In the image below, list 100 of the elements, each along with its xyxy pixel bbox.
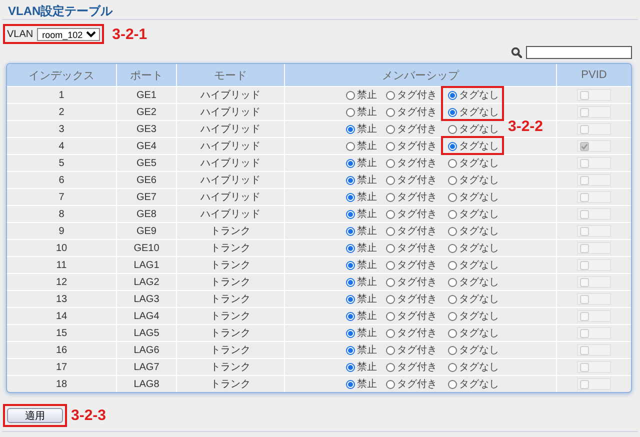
table-cell: GE2	[116, 104, 176, 120]
membership-radio[interactable]: タグなし	[448, 241, 499, 255]
table-cell: GE6	[116, 172, 176, 188]
membership-radio[interactable]: 禁止	[346, 343, 386, 357]
apply-button[interactable]: 適用	[7, 408, 63, 423]
membership-radio[interactable]: タグ付き	[386, 88, 448, 102]
membership-radio[interactable]: タグなし	[448, 156, 499, 170]
membership-radio[interactable]: タグ付き	[386, 326, 448, 340]
membership-radio[interactable]: 禁止	[346, 241, 386, 255]
membership-radio[interactable]: タグ付き	[386, 139, 448, 153]
membership-radio[interactable]: 禁止	[346, 139, 386, 153]
membership-radio[interactable]: 禁止	[346, 258, 386, 272]
membership-radio[interactable]: タグなし	[448, 190, 499, 204]
table-cell: LAG4	[116, 308, 176, 324]
table-cell: トランク	[176, 274, 284, 290]
table-cell: ハイブリッド	[176, 155, 284, 171]
table-cell-text: 15	[54, 326, 68, 340]
membership-radio[interactable]: タグなし	[448, 360, 499, 374]
table-cell-text: 18	[54, 378, 68, 392]
table-cell-text: 11	[55, 258, 68, 272]
page-title: VLAN設定テーブル	[2, 0, 638, 20]
membership-radio[interactable]: タグ付き	[386, 258, 448, 272]
membership-radio[interactable]: タグなし	[448, 292, 499, 306]
table-cell-text: 16	[54, 344, 68, 358]
table-cell-text: 12	[54, 276, 68, 290]
table-cell: トランク	[176, 223, 284, 239]
membership-radio[interactable]: タグ付き	[386, 190, 448, 204]
table-cell: LAG6	[116, 342, 176, 358]
table-cell-text: 5	[58, 156, 66, 170]
table-cell-text: 6	[58, 174, 66, 188]
table-cell: LAG7	[116, 359, 176, 375]
membership-radio[interactable]: タグ付き	[386, 173, 448, 187]
membership-radio[interactable]: タグなし	[448, 105, 499, 119]
membership-radio[interactable]: 禁止	[346, 292, 386, 306]
table-cell: GE10	[116, 240, 176, 256]
membership-radio[interactable]: 禁止	[346, 122, 386, 136]
table-cell: トランク	[176, 325, 284, 341]
membership-radio[interactable]: タグなし	[448, 88, 499, 102]
membership-radio[interactable]: タグなし	[448, 207, 499, 221]
membership-radio[interactable]: タグなし	[448, 139, 499, 153]
membership-radio[interactable]: タグ付き	[386, 156, 448, 170]
column-header: インデックス	[28, 68, 96, 84]
table-cell-text: 17	[54, 360, 68, 374]
membership-radio[interactable]: タグ付き	[386, 105, 448, 119]
table-cell: LAG1	[116, 257, 176, 273]
table-cell: トランク	[176, 240, 284, 256]
membership-radio[interactable]: 禁止	[346, 360, 386, 374]
membership-radio[interactable]: 禁止	[346, 326, 386, 340]
table-cell: ハイブリッド	[176, 172, 284, 188]
table-cell-text: 7	[58, 190, 66, 204]
membership-radio[interactable]: 禁止	[346, 190, 386, 204]
membership-radio[interactable]: 禁止	[346, 173, 386, 187]
table-cell-text: 13	[54, 292, 68, 306]
membership-radio[interactable]: タグなし	[448, 275, 499, 289]
membership-radio[interactable]: タグ付き	[386, 224, 448, 238]
table-cell: ハイブリッド	[176, 104, 284, 120]
membership-radio[interactable]: 禁止	[346, 207, 386, 221]
membership-radio[interactable]: タグなし	[448, 122, 499, 136]
membership-radio[interactable]: タグなし	[448, 343, 499, 357]
membership-radio[interactable]: 禁止	[346, 105, 386, 119]
table-cell-text: 9	[58, 224, 66, 238]
membership-radio[interactable]: タグなし	[448, 309, 499, 323]
table-cell-text: 1	[58, 88, 66, 102]
table-cell: ハイブリッド	[176, 87, 284, 103]
annotation-label: 3-2-1	[112, 26, 148, 42]
table-cell: GE1	[116, 87, 176, 103]
membership-radio[interactable]: タグ付き	[386, 241, 448, 255]
membership-radio[interactable]: タグなし	[448, 173, 499, 187]
membership-radio[interactable]: タグ付き	[386, 275, 448, 289]
membership-radio[interactable]: 禁止	[346, 309, 386, 323]
table-cell-text: 4	[58, 140, 66, 154]
membership-radio[interactable]: 禁止	[346, 275, 386, 289]
membership-radio[interactable]: タグなし	[448, 224, 499, 238]
table-cell: ハイブリッド	[176, 138, 284, 154]
membership-radio[interactable]: タグ付き	[386, 292, 448, 306]
membership-radio[interactable]: 禁止	[346, 224, 386, 238]
membership-radio[interactable]: 禁止	[346, 377, 386, 391]
table-cell: トランク	[176, 376, 284, 392]
membership-radio[interactable]: タグなし	[448, 258, 499, 272]
table-cell: GE9	[116, 223, 176, 239]
table-cell: トランク	[176, 291, 284, 307]
column-header: ポート	[116, 64, 176, 86]
table-cell: GE4	[116, 138, 176, 154]
table-cell-text: 2	[58, 106, 66, 120]
vlan-dropdown[interactable]: room_102	[37, 28, 100, 40]
table-cell: ハイブリッド	[176, 121, 284, 137]
table-cell: ハイブリッド	[176, 206, 284, 222]
membership-radio[interactable]: タグ付き	[386, 343, 448, 357]
membership-radio[interactable]: 禁止	[346, 88, 386, 102]
membership-radio[interactable]: タグなし	[448, 377, 499, 391]
table-cell: LAG3	[116, 291, 176, 307]
membership-radio[interactable]: タグ付き	[386, 207, 448, 221]
membership-radio[interactable]: タグ付き	[386, 309, 448, 323]
membership-radio[interactable]: タグなし	[448, 326, 499, 340]
vlan-label: VLAN	[7, 28, 34, 40]
membership-radio[interactable]: タグ付き	[386, 122, 448, 136]
membership-radio[interactable]: 禁止	[346, 156, 386, 170]
membership-radio[interactable]: タグ付き	[386, 360, 448, 374]
membership-radio[interactable]: タグ付き	[386, 377, 448, 391]
table-cell: GE3	[116, 121, 176, 137]
